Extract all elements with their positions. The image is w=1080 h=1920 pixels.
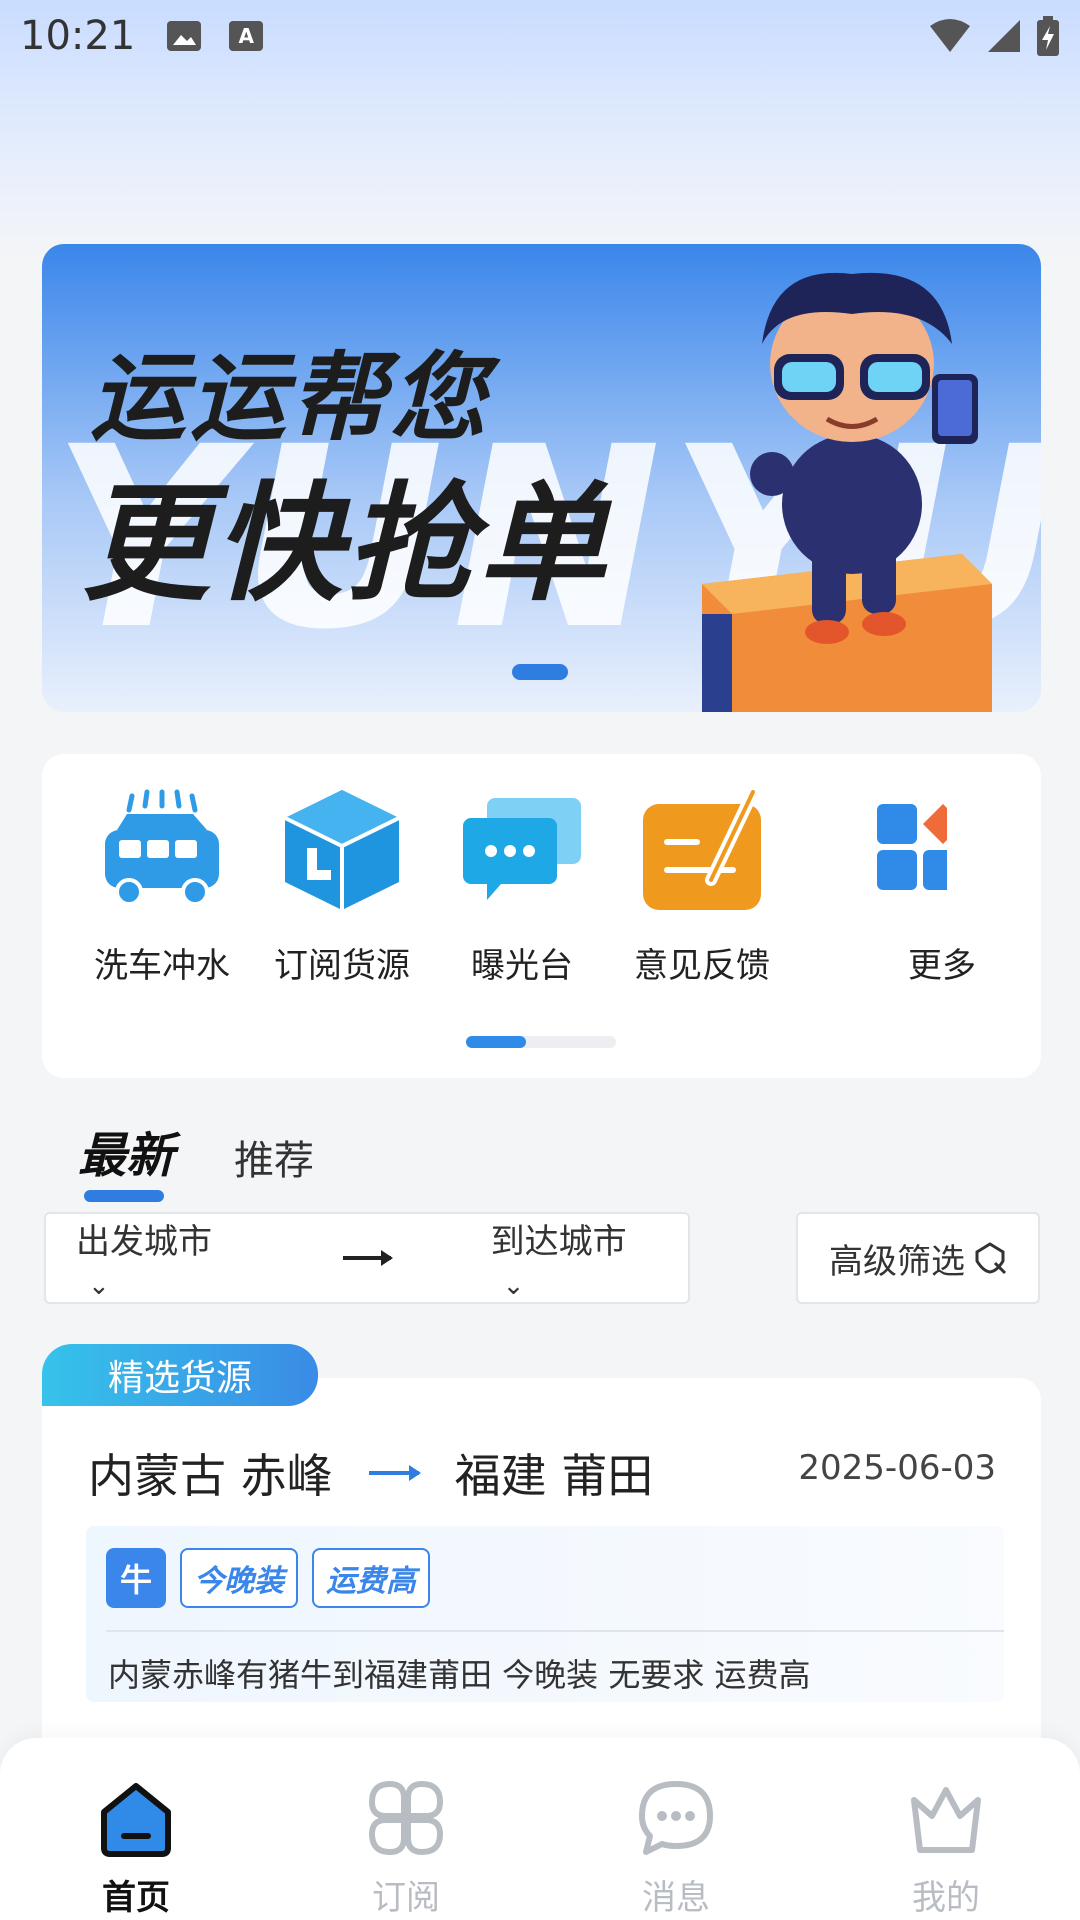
chat-bubbles-icon [463,798,581,900]
chevron-down-icon: ⌄ [502,1270,525,1301]
banner-page-indicator [512,664,568,680]
battery-icon [1037,16,1059,56]
nav-label: 订阅 [372,1878,440,1918]
city-filter: 出发城市 ⌄ 到达城市 ⌄ [44,1212,690,1304]
menu-scroll-indicator [466,1036,616,1048]
to-city-select[interactable]: 到达城市 ⌄ [491,1214,658,1303]
menu-item-label: 曝光台 [471,946,573,984]
from-city-select[interactable]: 出发城市 ⌄ [76,1214,243,1303]
filter-icon [975,1242,1007,1275]
menu-item-label: 更多 [908,946,976,984]
bottom-nav: 首页 订阅 消息 我的 [0,1738,1080,1920]
box-icon [284,790,400,910]
cargo-route: 内蒙古 赤峰 福建 莆田 [88,1440,653,1506]
advanced-filter-button[interactable]: 高级筛选 [796,1212,1040,1304]
tab-active-underline [84,1190,164,1202]
cargo-date: 2025-06-03 [798,1448,996,1488]
menu-item-subscribe-cargo[interactable]: 订阅货源 [242,784,442,984]
edit-feedback-icon [643,786,761,910]
quick-menu-card: 洗车冲水 订阅货源 曝光台 意见反馈 更多 [42,754,1041,1078]
menu-item-label: 意见反馈 [634,946,770,984]
menu-item-car-wash[interactable]: 洗车冲水 [62,784,262,984]
to-city-label: 到达城市 [490,1221,627,1262]
tab-latest-label: 最新 [78,1128,175,1184]
cargo-description: 内蒙赤峰有猪牛到福建莆田 今晚装 无要求 运费高 [108,1656,811,1694]
featured-ribbon: 精选货源 [42,1344,318,1406]
nav-item-messages[interactable]: 消息 [616,1778,736,1919]
tab-recommend[interactable]: 推荐 [234,1128,314,1186]
menu-item-label: 洗车冲水 [94,946,230,984]
cargo-detail-box: 牛 今晚装 运费高 内蒙赤峰有猪牛到福建莆田 今晚装 无要求 运费高 [86,1526,1004,1702]
home-icon [101,1783,171,1857]
from-city-label: 出发城市 [76,1221,212,1262]
menu-scroll-thumb [466,1036,526,1048]
cargo-tags: 牛 今晚装 运费高 [106,1548,430,1608]
divider [106,1630,1004,1632]
promo-banner[interactable]: YUNYUN 运运帮您 更快抢单 [42,244,1041,712]
tab-latest[interactable]: 最新 [78,1116,175,1202]
grid-more-icon [877,804,963,890]
signal-icon [988,20,1020,52]
keyboard-a-icon: A [229,21,264,51]
nav-label: 我的 [912,1878,980,1918]
crown-icon [911,1787,981,1853]
advanced-filter-label: 高级筛选 [829,1241,965,1282]
cargo-tag: 运费高 [312,1548,430,1608]
route-to: 福建 莆田 [454,1449,654,1503]
route-arrow-icon [368,1465,421,1481]
status-bar: 10:21 A [0,0,1080,72]
nav-label: 首页 [102,1878,170,1918]
nav-item-home[interactable]: 首页 [76,1778,196,1919]
nav-item-profile[interactable]: 我的 [886,1778,1006,1919]
nav-label: 消息 [642,1878,710,1918]
nav-item-subscribe[interactable]: 订阅 [346,1778,466,1919]
car-wash-icon [105,789,219,906]
chevron-down-icon: ⌄ [88,1270,110,1301]
wifi-icon [930,19,970,52]
menu-item-feedback[interactable]: 意见反馈 [602,784,802,984]
image-icon [167,21,202,51]
banner-headline-1: 运运帮您 [90,342,490,454]
menu-item-more[interactable]: 更多 [782,784,982,984]
mascot-illustration [702,272,992,712]
route-arrow-icon [343,1250,393,1266]
feed-tabs: 最新 推荐 [78,1116,314,1202]
menu-item-exposure[interactable]: 曝光台 [422,784,622,984]
cargo-tag: 今晚装 [180,1548,298,1608]
banner-headline-2: 更快抢单 [82,470,611,619]
cargo-type-badge: 牛 [106,1548,166,1608]
clover-grid-icon [368,1780,444,1856]
route-from: 内蒙古 赤峰 [88,1449,333,1503]
status-time: 10:21 [20,13,136,59]
message-icon [639,1781,713,1855]
menu-item-label: 订阅货源 [274,946,410,984]
